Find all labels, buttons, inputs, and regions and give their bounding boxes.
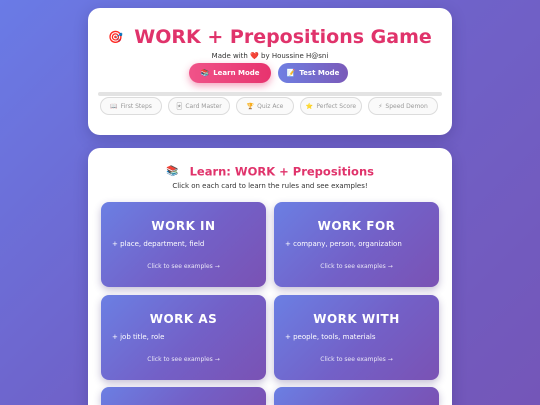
card-rule: + job title, role bbox=[112, 333, 165, 341]
target-icon: 🎯 bbox=[108, 30, 124, 44]
title-text: WORK + Prepositions Game bbox=[134, 26, 432, 48]
card-partial-right[interactable] bbox=[274, 387, 439, 405]
lightning-icon: ⚡ bbox=[378, 102, 383, 110]
card-title: WORK IN bbox=[151, 219, 216, 233]
card-title: WORK AS bbox=[149, 312, 218, 326]
card-rule: + company, person, organization bbox=[285, 240, 402, 248]
badge-perfect-score: ⭐ Perfect Score bbox=[300, 97, 362, 115]
card-hint: Click to see examples → bbox=[320, 356, 393, 363]
header-card: 🎯 WORK + Prepositions Game Made with ❤️ … bbox=[88, 8, 452, 135]
credit-author: by Houssine H@sni bbox=[261, 52, 329, 60]
card-rule: + people, tools, materials bbox=[285, 333, 376, 341]
badge-label: Perfect Score bbox=[316, 102, 357, 110]
section-title: 📚 Learn: WORK + Prepositions bbox=[88, 161, 452, 180]
badge-speed-demon: ⚡ Speed Demon bbox=[368, 97, 438, 115]
learn-mode-label: Learn Mode bbox=[213, 69, 260, 77]
card-hint: Click to see examples → bbox=[147, 356, 220, 363]
badge-quiz-ace: 🏆 Quiz Ace bbox=[236, 97, 294, 115]
card-work-in[interactable]: WORK IN + place, department, field Click… bbox=[101, 202, 266, 287]
test-mode-label: Test Mode bbox=[299, 69, 340, 77]
card-icon: 🃏 bbox=[176, 102, 183, 110]
card-work-with[interactable]: WORK WITH + people, tools, materials Cli… bbox=[274, 295, 439, 380]
card-work-for[interactable]: WORK FOR + company, person, organization… bbox=[274, 202, 439, 287]
badge-card-master: 🃏 Card Master bbox=[168, 97, 230, 115]
badge-label: Speed Demon bbox=[385, 102, 428, 110]
books-icon: 📚 bbox=[166, 166, 179, 177]
test-mode-button[interactable]: 📝 Test Mode bbox=[278, 63, 348, 83]
badge-label: Quiz Ace bbox=[257, 102, 284, 110]
learn-section: 📚 Learn: WORK + Prepositions Click on ea… bbox=[88, 148, 452, 405]
memo-icon: 📝 bbox=[286, 69, 296, 77]
progress-bar bbox=[98, 92, 442, 96]
heart-icon: ❤️ bbox=[250, 52, 259, 60]
card-hint: Click to see examples → bbox=[320, 263, 393, 270]
card-rule: + place, department, field bbox=[112, 240, 205, 248]
page-title: 🎯 WORK + Prepositions Game bbox=[88, 26, 452, 48]
card-title: WORK WITH bbox=[313, 312, 400, 326]
books-icon: 📚 bbox=[200, 69, 210, 77]
trophy-icon: 🏆 bbox=[246, 102, 255, 110]
instruction-text: Click on each card to learn the rules an… bbox=[172, 182, 368, 190]
book-icon: 📖 bbox=[110, 102, 118, 110]
card-partial-left[interactable] bbox=[101, 387, 266, 405]
card-work-as[interactable]: WORK AS + job title, role Click to see e… bbox=[101, 295, 266, 380]
credit-line: Made with ❤️ by Houssine H@sni bbox=[88, 52, 452, 60]
badge-label: Card Master bbox=[185, 102, 222, 110]
badge-first-steps: 📖 First Steps bbox=[100, 97, 162, 115]
learn-mode-button[interactable]: 📚 Learn Mode bbox=[189, 63, 271, 83]
achievement-badges: 📖 First Steps 🃏 Card Master 🏆 Quiz Ace ⭐… bbox=[100, 97, 440, 115]
star-icon: ⭐ bbox=[305, 102, 314, 110]
badge-label: First Steps bbox=[120, 102, 152, 110]
credit-prefix: Made with bbox=[211, 52, 248, 60]
section-title-text: Learn: WORK + Prepositions bbox=[189, 164, 374, 179]
card-hint: Click to see examples → bbox=[147, 263, 220, 270]
card-title: WORK FOR bbox=[317, 219, 396, 233]
